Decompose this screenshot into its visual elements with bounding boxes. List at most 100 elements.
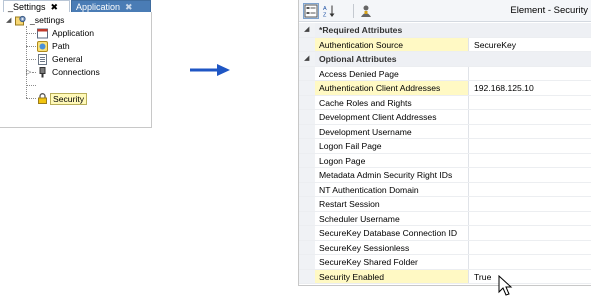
right-arrow-icon	[190, 64, 230, 76]
property-value[interactable]	[470, 197, 591, 211]
property-value[interactable]	[470, 154, 591, 168]
tree-node-connections[interactable]: Connections	[37, 66, 102, 79]
property-row[interactable]: Authentication Client Addresses 192.168.1…	[299, 81, 591, 96]
tab-application[interactable]: Application ✖	[71, 0, 151, 12]
row-gutter	[299, 168, 315, 182]
property-value[interactable]	[470, 255, 591, 269]
connections-icon	[37, 67, 48, 78]
collapse-triangle-icon[interactable]: ◢	[304, 52, 309, 66]
tab-application-label: Application	[76, 2, 121, 12]
tree-node-label: Path	[52, 41, 70, 52]
property-row[interactable]: Security Enabled True	[299, 269, 591, 284]
property-name: Metadata Admin Security Right IDs	[315, 168, 469, 182]
property-row[interactable]: Logon Fail Page	[299, 139, 591, 154]
property-name: Logon Fail Page	[315, 139, 469, 153]
settings-folder-icon	[15, 15, 26, 26]
sort-alphabetical-button[interactable]: AZ	[321, 3, 337, 19]
document-tabbar: _Settings ✖ Application ✖	[0, 0, 152, 12]
row-gutter	[299, 110, 315, 124]
property-pages-button[interactable]	[358, 3, 374, 19]
property-value[interactable]	[470, 139, 591, 153]
categorized-view-button[interactable]	[303, 3, 319, 19]
property-name: Access Denied Page	[315, 66, 469, 80]
expand-triangle-icon[interactable]: ▷	[26, 66, 31, 79]
collapse-triangle-icon[interactable]: ◢	[304, 23, 309, 37]
row-gutter: ◢	[299, 23, 315, 37]
property-row[interactable]: SecureKey Database Connection ID	[299, 226, 591, 241]
close-icon[interactable]: ✖	[125, 1, 133, 13]
sort-alphabetical-icon: AZ	[323, 5, 335, 19]
property-value[interactable]	[470, 241, 591, 255]
property-row[interactable]: Development Username	[299, 124, 591, 139]
row-gutter	[299, 124, 315, 138]
row-gutter: ◢	[299, 52, 315, 66]
tree-node-label: Application	[52, 28, 95, 39]
property-name: SecureKey Database Connection ID	[315, 226, 469, 240]
property-pages-icon	[361, 5, 371, 17]
row-gutter	[299, 182, 315, 196]
property-value[interactable]	[470, 212, 591, 226]
tree-node-general[interactable]: General	[37, 53, 85, 66]
row-gutter	[299, 197, 315, 211]
property-name: SecureKey Shared Folder	[315, 255, 469, 269]
property-value[interactable]: 192.168.125.10	[470, 81, 591, 95]
property-value[interactable]	[470, 125, 591, 139]
property-name: Development Client Addresses	[315, 110, 469, 124]
row-gutter	[299, 211, 315, 225]
document-icon	[37, 54, 48, 66]
tree-node-path[interactable]: Path	[37, 40, 72, 53]
row-gutter	[299, 95, 315, 109]
settings-panel: _Settings ✖ Application ✖ ◢ _settings Appl…	[0, 0, 152, 128]
mouse-pointer-icon	[498, 275, 513, 296]
property-value[interactable]	[470, 226, 591, 240]
property-name: SecureKey Sessionless	[315, 240, 469, 254]
property-value[interactable]	[470, 110, 591, 124]
property-grid-title: Element - Security	[510, 5, 588, 16]
property-row[interactable]: Metadata Admin Security Right IDs	[299, 168, 591, 183]
property-name: Authentication Client Addresses	[315, 81, 469, 95]
property-name: NT Authentication Domain	[315, 182, 469, 196]
property-name: Security Enabled	[315, 269, 469, 283]
property-row[interactable]: Scheduler Username	[299, 211, 591, 226]
property-grid: AZ Element - Security ◢ *Required Attribu…	[298, 0, 591, 286]
collapse-triangle-icon[interactable]: ◢	[6, 14, 11, 27]
property-row[interactable]: Restart Session	[299, 197, 591, 212]
tree-node-application[interactable]: Application	[37, 27, 96, 40]
category-row[interactable]: ◢ *Required Attributes	[299, 23, 591, 38]
tab-settings[interactable]: _Settings ✖	[3, 0, 70, 12]
category-row[interactable]: ◢ Optional Attributes	[299, 52, 591, 67]
category-label: Optional Attributes	[315, 52, 591, 66]
row-gutter	[299, 269, 315, 283]
property-value[interactable]: True	[470, 270, 591, 284]
row-gutter	[299, 153, 315, 167]
tree-node-label: General	[52, 54, 83, 65]
property-row[interactable]: NT Authentication Domain	[299, 182, 591, 197]
property-value[interactable]	[470, 168, 591, 182]
property-value[interactable]: SecureKey	[470, 38, 591, 52]
tree-guide-line	[26, 85, 36, 86]
row-gutter	[299, 226, 315, 240]
tree-node-label: Connections	[52, 67, 100, 78]
property-row[interactable]: SecureKey Sessionless	[299, 240, 591, 255]
property-value[interactable]	[470, 67, 591, 81]
property-value[interactable]	[470, 96, 591, 110]
tree-guide-line	[26, 46, 36, 47]
property-row[interactable]: SecureKey Shared Folder	[299, 255, 591, 270]
property-row[interactable]: Cache Roles and Rights	[299, 95, 591, 110]
lock-icon	[37, 93, 48, 105]
property-name: Development Username	[315, 124, 469, 138]
property-row[interactable]: Access Denied Page	[299, 66, 591, 81]
toolbar-separator	[353, 4, 354, 18]
property-row[interactable]: Logon Page	[299, 153, 591, 168]
property-value[interactable]	[470, 183, 591, 197]
close-icon[interactable]: ✖	[51, 1, 59, 13]
tree-node-label: _settings	[30, 15, 65, 26]
tree-node-security[interactable]: Security	[37, 92, 88, 105]
property-name: Authentication Source	[315, 37, 469, 51]
property-row[interactable]: Authentication Source SecureKey	[299, 37, 591, 52]
row-gutter	[299, 240, 315, 254]
tree-node-settings[interactable]: _settings	[15, 14, 66, 27]
row-gutter	[299, 37, 315, 51]
tree-guide-line	[26, 98, 36, 99]
property-row[interactable]: Development Client Addresses	[299, 110, 591, 125]
